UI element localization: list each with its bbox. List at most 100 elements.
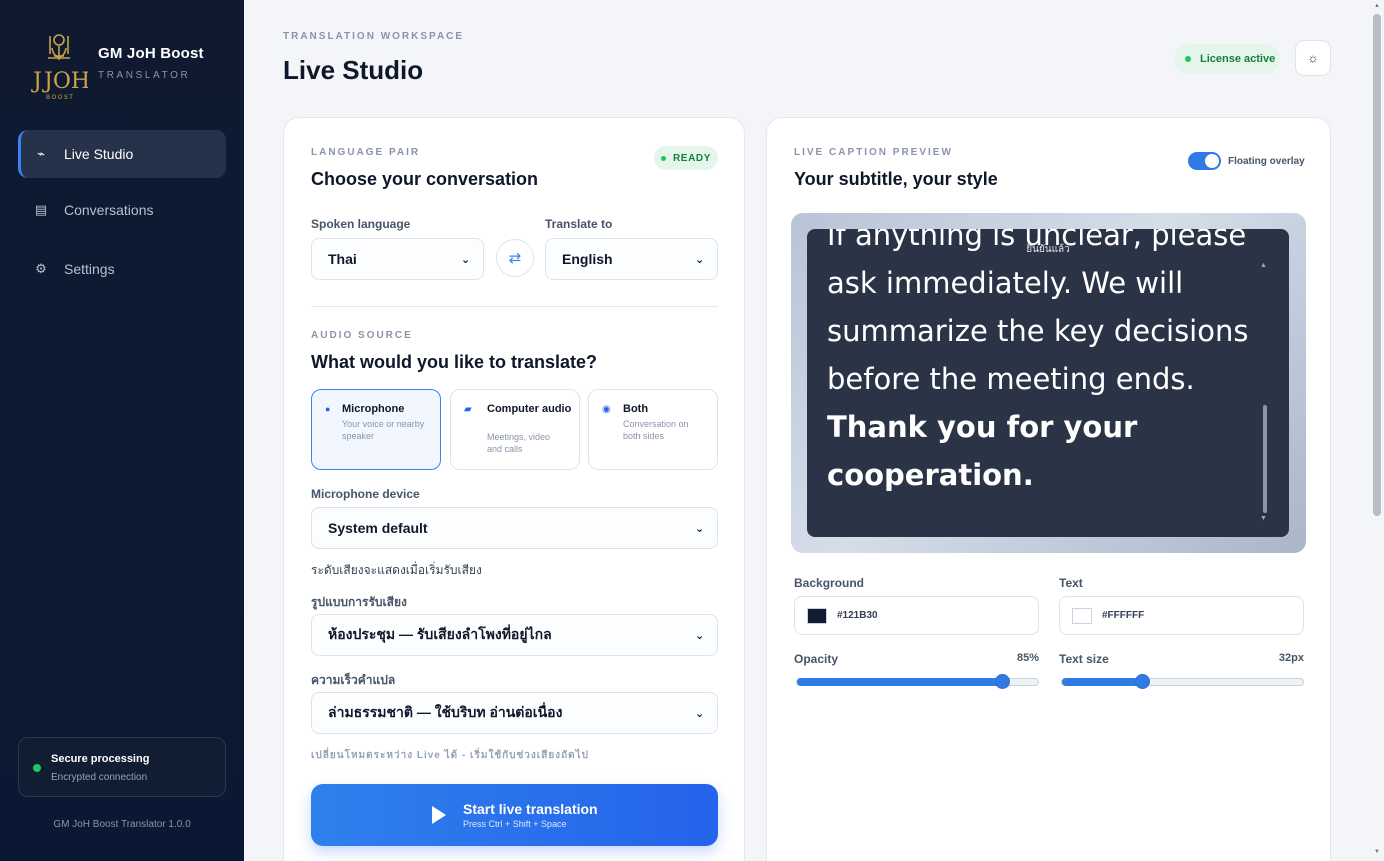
chevron-down-icon: ⌄ (695, 522, 705, 535)
caption-line: cooperation. (827, 458, 1034, 492)
toggle-knob (1205, 154, 1219, 168)
chevron-down-icon: ⌄ (461, 253, 471, 266)
slider-thumb[interactable] (995, 674, 1010, 689)
sidebar: J JOH BOOST GM JoH Boost TRANSLATOR ⌁ Li… (0, 0, 244, 861)
sidebar-item-conversations[interactable]: ▤ Conversations (18, 186, 226, 234)
theme-toggle-button[interactable]: ☼ (1295, 40, 1331, 76)
sidebar-item-live-studio[interactable]: ⌁ Live Studio (18, 130, 226, 178)
caption-box[interactable]: ยืนยันแล้ว If anything is unclear, pleas… (807, 229, 1289, 537)
scroll-down-icon[interactable]: ▼ (1374, 849, 1380, 855)
start-button-label: Start live translation (463, 801, 598, 817)
caption-scrollbar[interactable] (1263, 405, 1267, 513)
scroll-up-icon[interactable]: ▲ (1374, 3, 1380, 9)
microphone-device-select[interactable]: System default ⌄ (311, 507, 718, 549)
sidebar-item-settings[interactable]: ⚙ Settings (18, 245, 226, 293)
spoken-language-label: Spoken language (311, 217, 411, 231)
chevron-down-icon: ⌄ (695, 707, 705, 720)
language-title: Choose your conversation (311, 169, 539, 189)
caption-preview-frame: ยืนยันแล้ว If anything is unclear, pleas… (791, 213, 1306, 553)
monitor-icon: ▰ (464, 404, 472, 415)
mode-hint: เปลี่ยนโหมดระหว่าง Live ได้ - เริ่มใช้กั… (311, 750, 589, 761)
page-scrollbar[interactable]: ▲ ▼ (1371, 0, 1384, 861)
source-desc: Meetings, video and calls (487, 432, 551, 454)
preview-eyebrow: LIVE CAPTION PREVIEW (794, 147, 953, 158)
caption-text: If anything is unclear, please ask immed… (827, 229, 1267, 499)
slider-thumb[interactable] (1135, 674, 1150, 689)
background-swatch (807, 607, 827, 624)
sidebar-item-label: Live Studio (64, 146, 134, 162)
source-title: Microphone (342, 403, 405, 415)
microphone-icon: ● (325, 404, 331, 414)
secure-subtitle: Encrypted connection (51, 772, 148, 783)
page-eyebrow: TRANSLATION WORKSPACE (283, 31, 465, 42)
opacity-label: Opacity (794, 652, 839, 666)
source-title: Computer audio (487, 403, 572, 415)
caption-line: before the meeting ends. (827, 362, 1195, 396)
source-desc: Your voice or nearby speaker (342, 419, 425, 441)
play-icon (432, 806, 446, 824)
start-live-translation-button[interactable]: Start live translation Press Ctrl + Shif… (311, 784, 718, 846)
speed-select[interactable]: ล่ามธรรมชาติ — ใช้บริบท อ่านต่อเนื่อง ⌄ (311, 692, 718, 734)
capture-mode-select[interactable]: ห้องประชุม — รับเสียงลำโพงที่อยู่ไกล ⌄ (311, 614, 718, 656)
translation-setup-card: LANGUAGE PAIR Choose your conversation R… (283, 117, 745, 861)
license-badge: License active (1174, 44, 1280, 74)
scroll-down-icon[interactable]: ▼ (1260, 515, 1267, 522)
source-desc: Conversation on both sides (623, 419, 689, 441)
divider (311, 306, 718, 307)
spoken-language-select[interactable]: Thai ⌄ (311, 238, 484, 280)
svg-text:BOOST: BOOST (46, 94, 74, 101)
status-badge: READY (654, 146, 718, 170)
scrollbar-thumb[interactable] (1373, 14, 1381, 516)
sidebar-item-label: Settings (64, 261, 115, 277)
opacity-slider[interactable] (796, 674, 1039, 689)
background-label: Background (794, 576, 865, 590)
speed-label: ความเร็วคำแปล (311, 673, 396, 687)
target-language-select[interactable]: English ⌄ (545, 238, 718, 280)
start-button-shortcut: Press Ctrl + Shift + Space (463, 819, 567, 829)
sun-icon: ☼ (1307, 51, 1319, 65)
app-version: GM JoH Boost Translator 1.0.0 (53, 819, 191, 830)
sidebar-item-label: Conversations (64, 202, 154, 218)
status-dot (33, 764, 41, 772)
caption-status: ยืนยันแล้ว (1026, 244, 1070, 255)
caption-line: summarize the key decisions (827, 314, 1249, 348)
background-hex: #121B30 (837, 610, 878, 621)
target-language-label: Translate to (545, 217, 613, 231)
joh-boost-logo: J JOH BOOST (31, 34, 88, 101)
text-size-slider[interactable] (1061, 674, 1304, 689)
background-color-input[interactable]: #121B30 (794, 596, 1039, 635)
text-color-label: Text (1059, 576, 1083, 590)
select-value: System default (328, 520, 428, 536)
caption-preview-card: LIVE CAPTION PREVIEW Your subtitle, your… (766, 117, 1331, 861)
chevron-down-icon: ⌄ (695, 253, 705, 266)
secure-title: Secure processing (51, 753, 150, 765)
select-value: English (562, 251, 613, 267)
status-dot (660, 155, 666, 161)
activity-icon: ⌁ (37, 146, 45, 161)
floating-overlay-toggle[interactable]: Floating overlay (1188, 152, 1305, 170)
select-value: Thai (328, 251, 357, 267)
source-title: Both (623, 403, 649, 415)
svg-text:J: J (31, 69, 42, 94)
swap-languages-button[interactable]: ⇄ (496, 239, 534, 277)
caption-line: ask immediately. We will (827, 266, 1184, 300)
language-eyebrow: LANGUAGE PAIR (311, 147, 421, 158)
select-value: ล่ามธรรมชาติ — ใช้บริบท อ่านต่อเนื่อง (328, 704, 563, 720)
source-microphone[interactable]: ● Microphone Your voice or nearby speake… (311, 389, 441, 470)
app-subtitle: TRANSLATOR (98, 70, 191, 81)
source-computer-audio[interactable]: ▰ Computer audio Meetings, video and cal… (450, 389, 580, 470)
slider-fill (1062, 678, 1142, 686)
source-both[interactable]: ◉ Both Conversation on both sides (588, 389, 718, 470)
swap-icon: ⇄ (508, 250, 522, 267)
license-label: License active (1200, 53, 1276, 65)
toggle-switch[interactable] (1188, 152, 1221, 170)
svg-text:JOH: JOH (42, 69, 88, 94)
chevron-down-icon: ⌄ (695, 629, 705, 642)
text-size-value: 32px (1278, 652, 1304, 664)
scroll-up-icon[interactable]: ▲ (1260, 262, 1267, 269)
status-label: READY (672, 152, 711, 164)
app-name: GM JoH Boost (98, 45, 204, 62)
audio-title: What would you like to translate? (311, 352, 598, 372)
capture-mode-label: รูปแบบการรับเสียง (311, 595, 407, 609)
text-color-input[interactable]: #FFFFFF (1059, 596, 1304, 635)
